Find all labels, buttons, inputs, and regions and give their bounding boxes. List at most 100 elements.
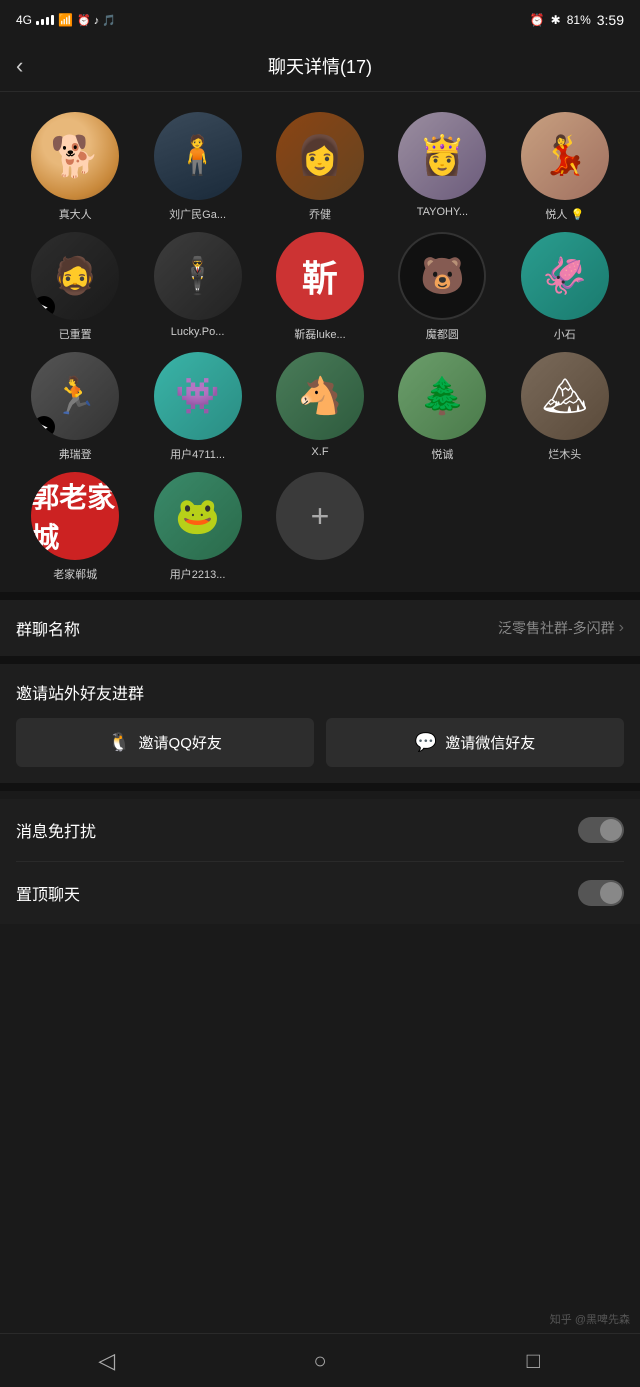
signal-bars xyxy=(36,15,54,25)
invite-title: 邀请站外好友进群 xyxy=(16,680,624,704)
status-right: ⏰ ✱ 81% 3:59 xyxy=(530,12,624,28)
toggle-section: 消息免打扰 置顶聊天 xyxy=(0,799,640,924)
avatar: 🧔 ▶ xyxy=(31,232,119,320)
member-item[interactable]: 🐻 魔都圆 xyxy=(383,232,501,342)
member-item[interactable]: 👩 乔健 xyxy=(261,112,379,222)
pin-label: 置顶聊天 xyxy=(16,881,80,905)
dnd-toggle[interactable] xyxy=(578,817,624,843)
member-name: 悦人 💡 xyxy=(545,206,584,222)
invite-qq-button[interactable]: 🐧 邀请QQ好友 xyxy=(16,718,314,767)
avatar: 🌲 xyxy=(398,352,486,440)
signal-bar-2 xyxy=(41,19,44,25)
member-item[interactable]: 🐴 X.F xyxy=(261,352,379,462)
signal-bar-3 xyxy=(46,17,49,25)
invite-buttons-container: 🐧 邀请QQ好友 💬 邀请微信好友 xyxy=(16,718,624,767)
member-name: X.F xyxy=(311,446,328,458)
avatar: 👾 xyxy=(154,352,242,440)
bottom-navigation: ◁ ○ □ xyxy=(0,1333,640,1387)
add-label: . xyxy=(318,566,321,578)
hanzi-text: 郭老家城 xyxy=(31,476,119,556)
member-name: 小石 xyxy=(554,326,576,342)
group-name-value: 泛零售社群-多闪群 › xyxy=(498,618,624,638)
avatar: 🏃 ▶ xyxy=(31,352,119,440)
chevron-right-icon: › xyxy=(619,619,624,637)
avatar: 郭老家城 xyxy=(31,472,119,560)
pin-toggle[interactable] xyxy=(578,880,624,906)
member-name: 用户2213... xyxy=(170,566,226,582)
wechat-icon: 💬 xyxy=(415,732,437,753)
member-name: 刘广民Ga... xyxy=(169,206,226,222)
tiktok-badge: ▶ xyxy=(33,296,55,318)
group-name-row[interactable]: 群聊名称 泛零售社群-多闪群 › xyxy=(16,600,624,656)
bottom-spacer xyxy=(0,924,640,1004)
member-name: 真大人 xyxy=(59,206,92,222)
extra-icons: ⏰ ♪ 🎵 xyxy=(77,14,116,27)
nav-home-button[interactable]: ○ xyxy=(213,1348,426,1374)
member-item[interactable]: 🐸 用户2213... xyxy=(138,472,256,582)
status-left: 4G 📶 ⏰ ♪ 🎵 xyxy=(16,13,116,27)
signal-bar-1 xyxy=(36,21,39,25)
member-name: 靳磊luke... xyxy=(294,326,345,342)
member-item[interactable]: 🦑 小石 xyxy=(506,232,624,342)
add-member-button[interactable]: + . xyxy=(261,472,379,582)
watermark: 知乎 @黑啤先森 xyxy=(550,1311,630,1327)
member-name: 弗瑞登 xyxy=(59,446,92,462)
back-button[interactable]: ‹ xyxy=(16,53,23,79)
member-item[interactable]: 🧍 刘广民Ga... xyxy=(138,112,256,222)
group-name-text: 泛零售社群-多闪群 xyxy=(498,618,615,638)
member-item[interactable]: 🌲 悦诚 xyxy=(383,352,501,462)
network-indicator: 4G xyxy=(16,13,32,27)
member-name: 烂木头 xyxy=(548,446,581,462)
member-item[interactable]: 🏔 烂木头 xyxy=(506,352,624,462)
member-name: 乔健 xyxy=(309,206,331,222)
avatar: 🧍 xyxy=(154,112,242,200)
member-item[interactable]: 🏃 ▶ 弗瑞登 xyxy=(16,352,134,462)
members-section: 🐕 真大人 🧍 刘广民Ga... 👩 乔健 👸 TAYOHY... 💃 xyxy=(0,92,640,592)
avatar: 靳 xyxy=(276,232,364,320)
member-item[interactable]: 💃 悦人 💡 xyxy=(506,112,624,222)
member-item[interactable]: 👸 TAYOHY... xyxy=(383,112,501,222)
avatar: 🏔 xyxy=(521,352,609,440)
member-item[interactable]: 🕴 Lucky.Po... xyxy=(138,232,256,342)
member-item[interactable]: 🐕 真大人 xyxy=(16,112,134,222)
avatar: 🐴 xyxy=(276,352,364,440)
add-icon: + xyxy=(276,472,364,560)
nav-recent-button[interactable]: □ xyxy=(427,1348,640,1374)
invite-wechat-button[interactable]: 💬 邀请微信好友 xyxy=(326,718,624,767)
bluetooth-icon: ✱ xyxy=(551,13,561,27)
status-bar: 4G 📶 ⏰ ♪ 🎵 ⏰ ✱ 81% 3:59 xyxy=(0,0,640,40)
alarm-icon: ⏰ xyxy=(530,13,545,27)
nav-back-button[interactable]: ◁ xyxy=(0,1348,213,1374)
pin-row: 置顶聊天 xyxy=(16,862,624,924)
member-name: Lucky.Po... xyxy=(171,326,225,338)
member-name: 魔都圆 xyxy=(426,326,459,342)
member-name: 用户4711... xyxy=(170,446,225,462)
member-item[interactable]: 👾 用户4711... xyxy=(138,352,256,462)
invite-qq-label: 邀请QQ好友 xyxy=(139,732,222,753)
divider-2 xyxy=(0,656,640,664)
dnd-row: 消息免打扰 xyxy=(16,799,624,862)
battery-text: 81% xyxy=(567,13,591,27)
time-display: 3:59 xyxy=(597,12,624,28)
members-grid: 🐕 真大人 🧍 刘广民Ga... 👩 乔健 👸 TAYOHY... 💃 xyxy=(16,112,624,582)
hanzi-text: 靳 xyxy=(302,250,338,302)
member-item[interactable]: 🧔 ▶ 已重置 xyxy=(16,232,134,342)
wifi-icon: 📶 xyxy=(58,13,73,27)
member-item[interactable]: 靳 靳磊luke... xyxy=(261,232,379,342)
avatar: 🐕 xyxy=(31,112,119,200)
page-title: 聊天详情(17) xyxy=(268,53,372,79)
dnd-label: 消息免打扰 xyxy=(16,818,96,842)
qq-icon: 🐧 xyxy=(108,732,130,753)
invite-section: 邀请站外好友进群 🐧 邀请QQ好友 💬 邀请微信好友 xyxy=(0,664,640,783)
plus-icon: + xyxy=(311,498,330,535)
avatar: 👸 xyxy=(398,112,486,200)
divider-1 xyxy=(0,592,640,600)
avatar: 💃 xyxy=(521,112,609,200)
invite-wechat-label: 邀请微信好友 xyxy=(445,732,535,753)
avatar: 🕴 xyxy=(154,232,242,320)
member-item[interactable]: 郭老家城 老家郸城 xyxy=(16,472,134,582)
group-name-label: 群聊名称 xyxy=(16,616,80,640)
avatar: 🐸 xyxy=(154,472,242,560)
member-name: 已重置 xyxy=(59,326,92,342)
member-name: 老家郸城 xyxy=(53,566,97,582)
